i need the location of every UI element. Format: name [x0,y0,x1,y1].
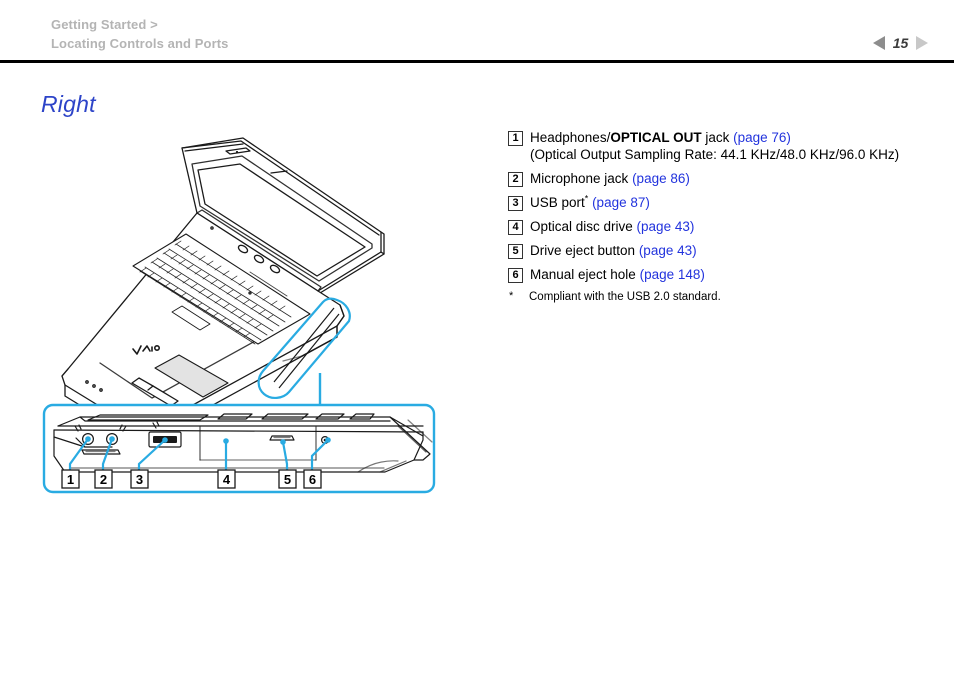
svg-text:2: 2 [100,472,107,487]
list-item-text: Microphone jack (page 86) [530,170,690,187]
page-reference-link[interactable]: (page 86) [632,171,690,186]
callout-number-box: 3 [130,469,149,489]
callout-number-box: 1 [61,469,80,489]
triangle-left-icon[interactable] [873,36,885,50]
header-divider [0,60,954,63]
svg-text:4: 4 [223,472,231,487]
footnote: * Compliant with the USB 2.0 standard. [508,290,938,305]
list-item-text: Optical disc drive (page 43) [530,218,694,235]
list-item: 3 USB port* (page 87) [508,194,938,211]
footnote-text: Compliant with the USB 2.0 standard. [529,291,721,303]
list-item: 5 Drive eject button (page 43) [508,242,938,259]
list-item-text: Headphones/OPTICAL OUT jack (page 76) (O… [530,129,899,163]
breadcrumb: Getting Started > Locating Controls and … [51,15,228,53]
page-reference-link[interactable]: (page 43) [639,243,697,258]
callout-number: 6 [508,268,523,283]
callout-number: 5 [508,244,523,259]
svg-text:5: 5 [284,472,291,487]
callout-number-box: 2 [94,469,113,489]
label-pre: Drive eject button [530,243,639,258]
label-pre: Optical disc drive [530,219,637,234]
list-item: 2 Microphone jack (page 86) [508,170,938,187]
page-number: 15 [892,35,909,51]
list-item: 1 Headphones/OPTICAL OUT jack (page 76) … [508,129,938,163]
triangle-right-icon[interactable] [916,36,928,50]
callout-number: 3 [508,196,523,211]
callout-number: 1 [508,131,523,146]
callout-number-box: 5 [278,469,297,489]
list-item-text: USB port* (page 87) [530,194,650,211]
breadcrumb-current: Locating Controls and Ports [51,36,229,51]
label-pre: Headphones/ [530,130,611,145]
list-item-text: Manual eject hole (page 148) [530,266,705,283]
label-emphasis: OPTICAL OUT [610,130,702,145]
svg-text:6: 6 [309,472,316,487]
breadcrumb-parent: Getting Started > [51,17,158,32]
list-item-subnote: (Optical Output Sampling Rate: 44.1 KHz/… [530,147,900,162]
label-pre: USB port [530,195,585,210]
callout-number: 2 [508,172,523,187]
list-item: 6 Manual eject hole (page 148) [508,266,938,283]
svg-text:3: 3 [136,472,143,487]
page-reference-link[interactable]: (page 76) [733,130,791,145]
page-reference-link[interactable]: (page 87) [592,195,650,210]
page-header: Getting Started > Locating Controls and … [0,0,954,62]
page-title: Right [41,91,96,117]
page-reference-link[interactable]: (page 43) [637,219,695,234]
page-navigation: 15 [873,35,928,51]
label-pre: Manual eject hole [530,267,640,282]
list-item: 4 Optical disc drive (page 43) [508,218,938,235]
callout-number-box: 4 [217,469,236,489]
label-post: jack [701,130,734,145]
laptop-line-art-svg: 1 2 3 4 5 6 [42,137,436,494]
label-pre: Microphone jack [530,171,633,186]
port-legend-list: 1 Headphones/OPTICAL OUT jack (page 76) … [508,129,938,305]
laptop-illustration: 1 2 3 4 5 6 [40,120,480,510]
list-item-text: Drive eject button (page 43) [530,242,697,259]
callout-number-box: 6 [303,469,322,489]
callout-number: 4 [508,220,523,235]
footnote-marker: * [509,290,514,302]
page-reference-link[interactable]: (page 148) [640,267,705,282]
svg-text:1: 1 [67,472,74,487]
